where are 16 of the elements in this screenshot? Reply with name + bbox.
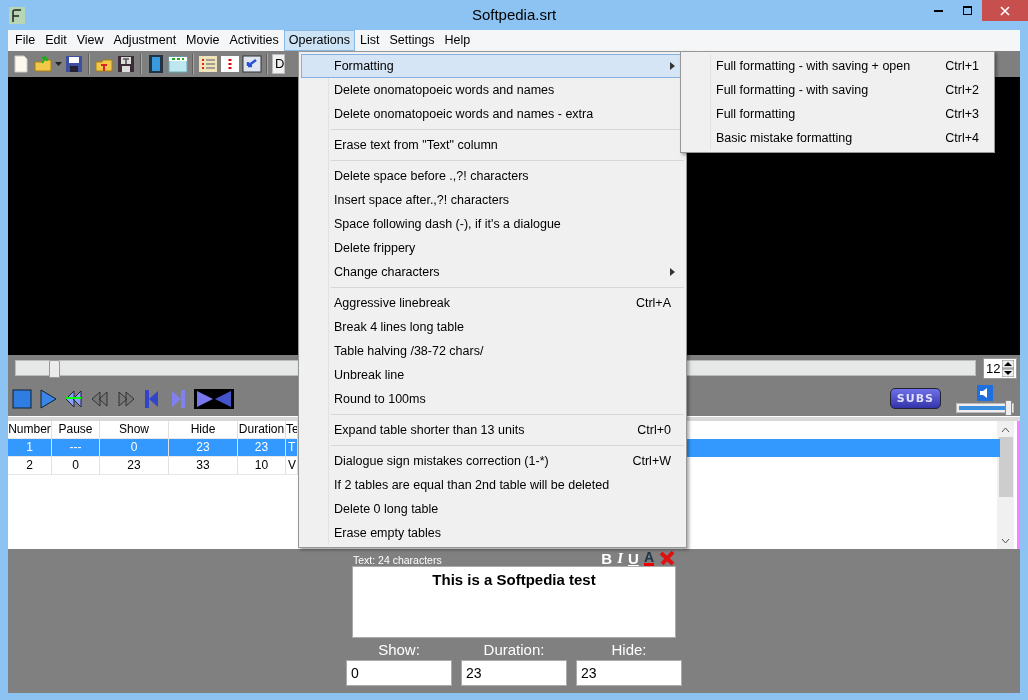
table-cell: --- <box>52 439 100 457</box>
field-label: Show: <box>378 641 420 660</box>
window-title: Softpedia.srt <box>471 6 557 23</box>
table-cell: 1 <box>8 439 52 457</box>
table-cell: 23 <box>169 439 238 457</box>
character-count: Text: 24 characters <box>353 554 442 566</box>
table-cell: T <box>286 439 298 457</box>
field-label: Hide: <box>611 641 647 660</box>
table-cell: 0 <box>100 439 169 457</box>
table-cell: 2 <box>8 457 52 475</box>
table-cell: 33 <box>169 457 238 475</box>
table-cell: 23 <box>100 457 169 475</box>
table-cell: 0 <box>52 457 100 475</box>
table-cell: 10 <box>238 457 286 475</box>
table-cell: 23 <box>238 439 286 457</box>
field-label: Duration: <box>483 641 545 660</box>
